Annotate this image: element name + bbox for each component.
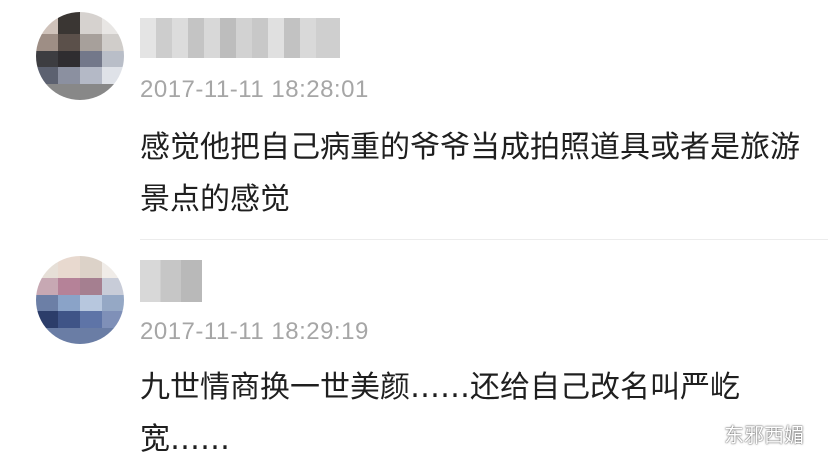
username-blurred[interactable] — [140, 260, 202, 302]
comment-text: 九世情商换一世美颜……还给自己改名叫严屹宽…… — [140, 370, 740, 457]
username-blurred[interactable] — [140, 18, 340, 58]
comment-timestamp: 2017-11-11 18:29:19 — [140, 318, 369, 345]
wechat-icon — [688, 420, 718, 447]
watermark-text: 东邪西媚 — [724, 423, 804, 447]
watermark: 东邪西媚 — [688, 419, 804, 448]
user-avatar[interactable] — [36, 256, 124, 344]
user-avatar[interactable] — [36, 12, 124, 100]
comments-page: 2017-11-11 18:28:01 感觉他把自己病重的爷爷当成拍照道具或者是… — [0, 0, 828, 468]
comment-item: 2017-11-11 18:28:01 感觉他把自己病重的爷爷当成拍照道具或者是… — [0, 0, 828, 240]
comment-text: 感觉他把自己病重的爷爷当成拍照道具或者是旅游景点的感觉 — [140, 130, 800, 217]
comment-timestamp: 2017-11-11 18:28:01 — [140, 76, 369, 103]
